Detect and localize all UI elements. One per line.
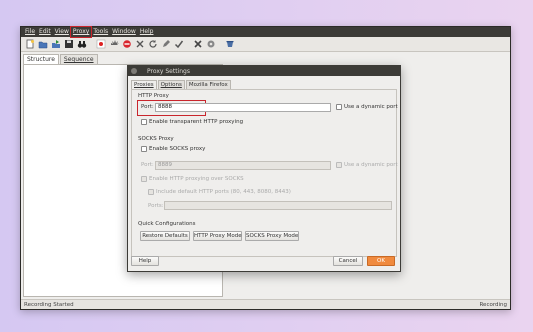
http-port-label: Port: (141, 104, 154, 110)
statusbar: Recording Started Recording (21, 299, 510, 309)
tools-icon[interactable] (192, 39, 203, 50)
socks-proxy-mode-button[interactable]: SOCKS Proxy Mode (245, 231, 299, 241)
tab-options[interactable]: Options (157, 80, 185, 89)
record-icon[interactable] (95, 39, 106, 50)
menu-file[interactable]: File (23, 27, 37, 37)
toolbar-separator (186, 39, 190, 50)
checkbox-box (141, 146, 147, 152)
binoculars-icon[interactable] (76, 39, 87, 50)
tab-proxies[interactable]: Proxies (131, 80, 157, 89)
cancel-button[interactable]: Cancel (333, 256, 363, 266)
http-proxy-mode-button[interactable]: HTTP Proxy Mode (193, 231, 242, 241)
check-icon[interactable] (173, 39, 184, 50)
left-panel-tabs: Structure Sequence (23, 54, 223, 64)
checkbox-box (336, 104, 342, 110)
transparent-proxy-checkbox[interactable]: Enable transparent HTTP proxying (141, 119, 243, 125)
socks-ports-input[interactable] (164, 201, 392, 210)
socks-port-input[interactable]: 8889 (155, 161, 331, 170)
checkbox-box (141, 119, 147, 125)
tab-sequence[interactable]: Sequence (59, 54, 98, 64)
http-dynamic-port-checkbox[interactable]: Use a dynamic port (336, 104, 398, 110)
enable-socks-label: Enable SOCKS proxy (149, 146, 206, 152)
menu-proxy[interactable]: Proxy (69, 26, 93, 38)
toolbar-separator (218, 39, 222, 50)
tab-mozilla-firefox[interactable]: Mozilla Firefox (185, 80, 231, 89)
dialog-titlebar: Proxy Settings (128, 66, 400, 76)
open-icon[interactable] (37, 39, 48, 50)
settings-icon[interactable] (205, 39, 216, 50)
restore-defaults-button[interactable]: Restore Defaults (140, 231, 190, 241)
checkbox-box (141, 176, 147, 182)
menu-edit[interactable]: Edit (37, 27, 53, 37)
menu-help[interactable]: Help (138, 27, 156, 37)
menu-window[interactable]: Window (110, 27, 138, 37)
proxy-settings-dialog: Proxy Settings Proxies Options Mozilla F… (127, 65, 401, 272)
refresh-icon[interactable] (147, 39, 158, 50)
transparent-proxy-label: Enable transparent HTTP proxying (149, 119, 244, 125)
enable-socks-checkbox[interactable]: Enable SOCKS proxy (141, 146, 205, 152)
dialog-tabs: Proxies Options Mozilla Firefox (131, 80, 400, 89)
socks-port-label: Port: (141, 162, 154, 168)
menubar: File Edit View Proxy Tools Window Help (21, 26, 510, 38)
checkbox-box (336, 162, 342, 168)
save-icon[interactable] (63, 39, 74, 50)
dialog-title: Proxy Settings (147, 67, 190, 75)
stop-icon[interactable] (108, 39, 119, 50)
quick-config-label: Quick Configurations (138, 221, 196, 227)
toolbar (21, 37, 510, 52)
close-icon[interactable] (131, 68, 137, 74)
delete-icon[interactable] (134, 39, 145, 50)
menu-tools[interactable]: Tools (91, 27, 110, 37)
ok-button[interactable]: OK (367, 256, 395, 266)
socks-ports-label: Ports: (148, 203, 164, 209)
toolbar-separator (89, 39, 93, 50)
status-left-text: Recording Started (24, 301, 74, 308)
proxies-panel: HTTP Proxy Port: 8888 Use a dynamic port… (131, 89, 398, 257)
menu-view[interactable]: View (53, 27, 71, 37)
include-default-ports-checkbox[interactable]: Include default HTTP ports (80, 443, 808… (148, 189, 291, 195)
status-right-text: Recording (479, 301, 507, 308)
broom-icon[interactable] (121, 39, 132, 50)
tab-structure[interactable]: Structure (23, 54, 59, 64)
help-icon[interactable] (224, 39, 235, 50)
http-over-socks-checkbox[interactable]: Enable HTTP proxying over SOCKS (141, 176, 244, 182)
checkbox-box (148, 189, 154, 195)
edit-icon[interactable] (160, 39, 171, 50)
new-icon[interactable] (24, 39, 35, 50)
export-icon[interactable] (50, 39, 61, 50)
http-dynamic-port-label: Use a dynamic port (344, 104, 398, 110)
socks-dynamic-port-checkbox[interactable]: Use a dynamic port (336, 162, 398, 168)
socks-dynamic-port-label: Use a dynamic port (344, 162, 398, 168)
http-proxy-label: HTTP Proxy (138, 93, 169, 99)
http-over-socks-label: Enable HTTP proxying over SOCKS (149, 176, 244, 182)
help-button[interactable]: Help (131, 256, 159, 266)
socks-proxy-label: SOCKS Proxy (138, 136, 174, 142)
include-default-ports-label: Include default HTTP ports (80, 443, 808… (156, 189, 291, 195)
http-port-input[interactable]: 8888 (155, 103, 331, 112)
